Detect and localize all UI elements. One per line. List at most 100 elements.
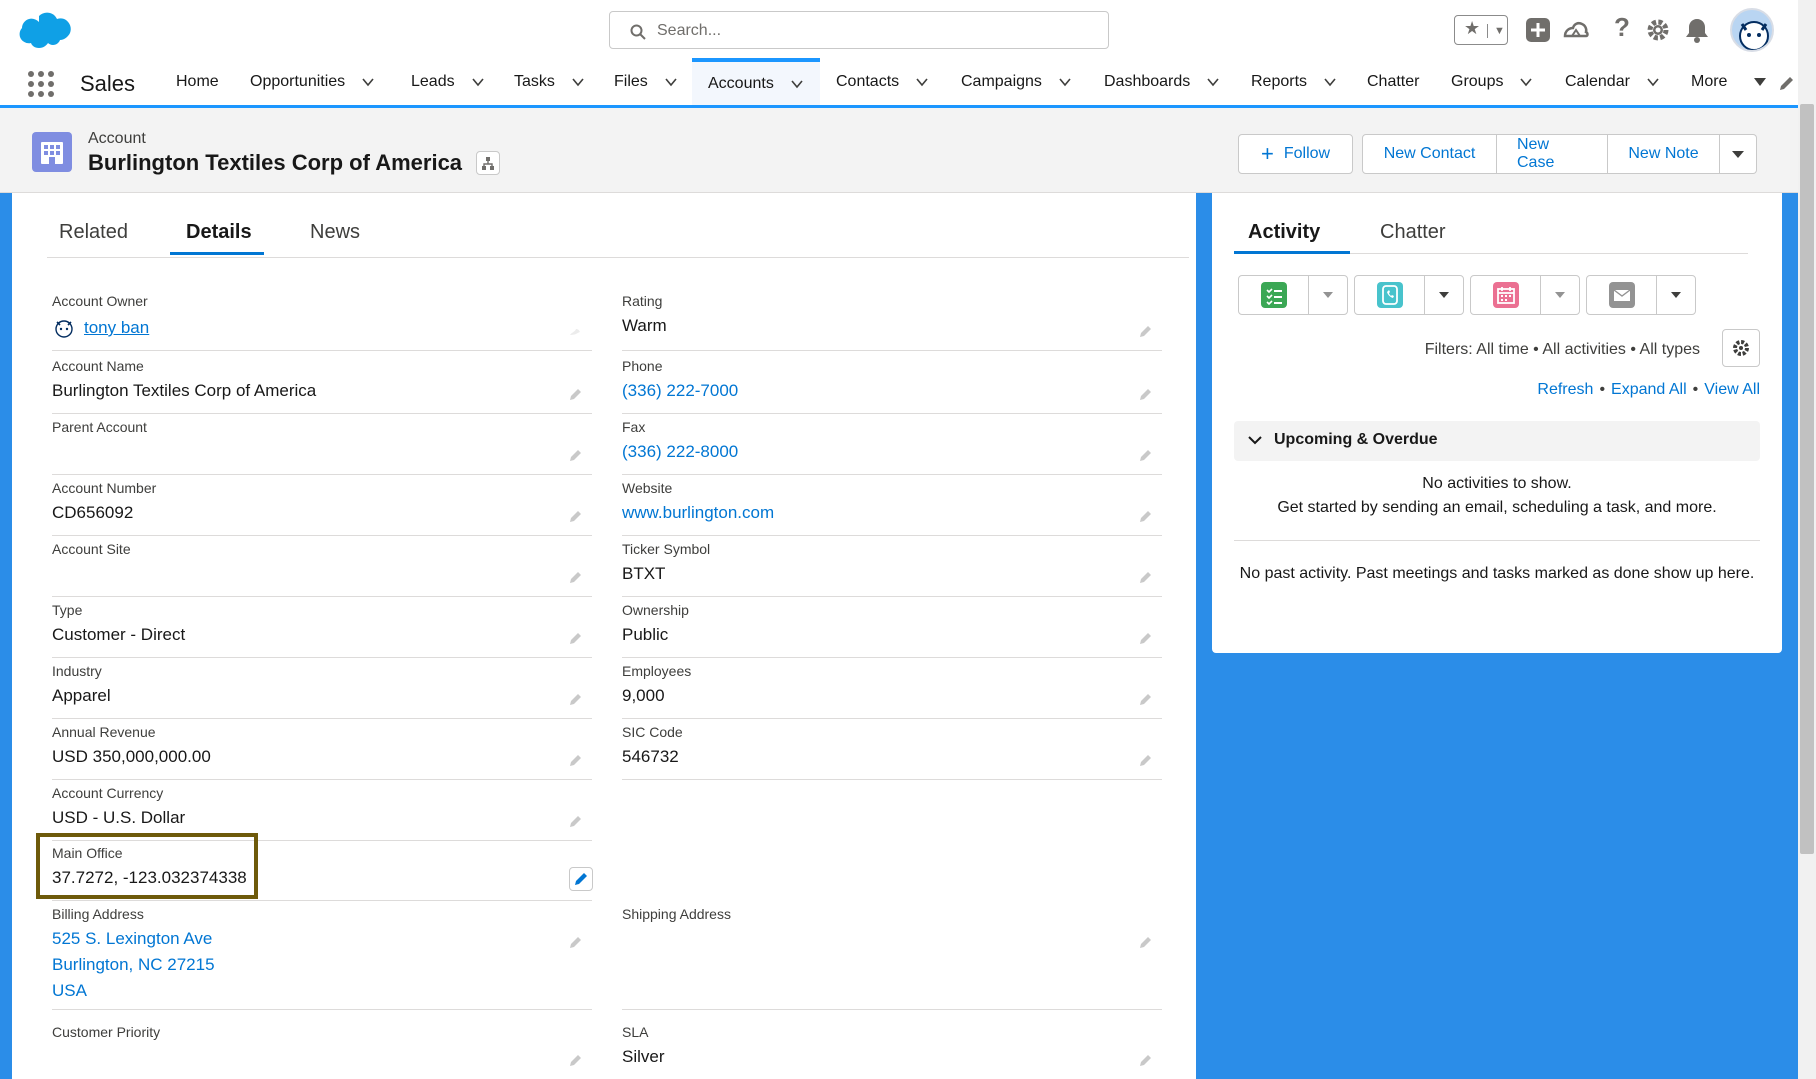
log-call-action[interactable] xyxy=(1354,275,1464,315)
favorites-button[interactable]: ★ ▼ xyxy=(1454,15,1508,45)
nav-item-calendar[interactable]: Calendar xyxy=(1565,58,1660,105)
tab-related[interactable]: Related xyxy=(59,221,128,244)
pencil-icon[interactable] xyxy=(1138,569,1154,585)
send-email-button[interactable] xyxy=(1587,276,1657,314)
billing-address-line2[interactable]: Burlington, NC 27215 xyxy=(52,952,215,978)
chevron-down-icon[interactable] xyxy=(1058,75,1072,89)
pencil-icon[interactable] xyxy=(1138,508,1154,524)
nav-item-contacts[interactable]: Contacts xyxy=(836,58,929,105)
pencil-icon[interactable] xyxy=(1138,1052,1154,1068)
new-event-action[interactable] xyxy=(1470,275,1580,315)
follow-button[interactable]: + Follow xyxy=(1238,134,1354,174)
pencil-icon[interactable] xyxy=(568,1052,584,1068)
add-icon[interactable] xyxy=(1524,16,1552,44)
nav-item-dashboards[interactable]: Dashboards xyxy=(1104,58,1220,105)
new-event-button[interactable] xyxy=(1471,276,1541,314)
nav-item-home[interactable]: Home xyxy=(176,58,219,105)
chevron-down-icon[interactable] xyxy=(790,77,804,91)
task-options-dropdown[interactable] xyxy=(1309,276,1347,314)
nav-item-chatter[interactable]: Chatter xyxy=(1367,58,1419,105)
event-options-dropdown[interactable] xyxy=(1541,276,1579,314)
pencil-icon[interactable] xyxy=(1138,630,1154,646)
fax-link[interactable]: (336) 222-8000 xyxy=(622,439,738,465)
new-note-button[interactable]: New Note xyxy=(1608,134,1720,174)
tab-news[interactable]: News xyxy=(310,221,360,244)
chevron-down-icon[interactable] xyxy=(915,75,929,89)
activity-filter-button[interactable] xyxy=(1722,329,1760,367)
new-task-action[interactable] xyxy=(1238,275,1348,315)
edit-nav-icon[interactable] xyxy=(1778,74,1796,92)
pencil-icon[interactable] xyxy=(1138,386,1154,402)
refresh-link[interactable]: Refresh xyxy=(1537,381,1593,398)
tab-chatter[interactable]: Chatter xyxy=(1380,221,1446,244)
global-search[interactable]: Search... xyxy=(609,11,1109,49)
caret-down-icon[interactable] xyxy=(1753,75,1767,89)
pencil-icon[interactable] xyxy=(568,630,584,646)
field-value: Public xyxy=(622,625,669,644)
chevron-down-icon[interactable] xyxy=(664,75,678,89)
email-options-dropdown[interactable] xyxy=(1657,276,1695,314)
call-options-dropdown[interactable] xyxy=(1425,276,1463,314)
pencil-icon[interactable] xyxy=(568,447,584,463)
pencil-icon[interactable] xyxy=(568,691,584,707)
pencil-icon[interactable] xyxy=(1138,447,1154,463)
more-actions-button[interactable] xyxy=(1720,134,1757,174)
nav-item-opportunities[interactable]: Opportunities xyxy=(250,58,375,105)
send-email-action[interactable] xyxy=(1586,275,1696,315)
new-contact-button[interactable]: New Contact xyxy=(1362,134,1497,174)
pencil-icon[interactable] xyxy=(568,934,584,950)
pencil-icon[interactable] xyxy=(568,569,584,585)
website-link[interactable]: www.burlington.com xyxy=(622,500,774,526)
app-launcher-icon[interactable] xyxy=(28,71,54,97)
pencil-icon[interactable] xyxy=(568,752,584,768)
nav-item-groups[interactable]: Groups xyxy=(1451,58,1533,105)
nav-item-files[interactable]: Files xyxy=(614,58,678,105)
pencil-icon[interactable] xyxy=(1138,752,1154,768)
new-case-button[interactable]: New Case xyxy=(1497,134,1608,174)
new-task-button[interactable] xyxy=(1239,276,1309,314)
upcoming-overdue-section[interactable]: Upcoming & Overdue xyxy=(1234,421,1760,461)
bell-icon[interactable] xyxy=(1683,16,1711,44)
pencil-icon[interactable] xyxy=(1138,323,1154,339)
scrollbar-thumb[interactable] xyxy=(1800,104,1814,854)
chevron-down-icon[interactable] xyxy=(571,75,585,89)
chevron-down-icon[interactable] xyxy=(1646,75,1660,89)
pencil-icon[interactable] xyxy=(568,508,584,524)
chevron-down-icon[interactable] xyxy=(1519,75,1533,89)
trailhead-icon[interactable] xyxy=(1562,16,1590,44)
pencil-icon[interactable] xyxy=(568,386,584,402)
field-label: Industry xyxy=(52,663,102,679)
salesforce-cloud-logo[interactable] xyxy=(16,12,72,50)
nav-item-leads[interactable]: Leads xyxy=(411,58,485,105)
chevron-down-icon[interactable] xyxy=(361,75,375,89)
log-call-button[interactable] xyxy=(1355,276,1425,314)
expand-all-link[interactable]: Expand All xyxy=(1611,381,1687,398)
tab-activity[interactable]: Activity xyxy=(1248,221,1320,244)
edit-main-office-button[interactable] xyxy=(569,867,593,891)
pencil-icon[interactable] xyxy=(1138,691,1154,707)
billing-address-line3[interactable]: USA xyxy=(52,978,87,1004)
nav-item-campaigns[interactable]: Campaigns xyxy=(961,58,1072,105)
account-owner-link[interactable]: tony ban xyxy=(84,315,149,341)
chevron-down-icon[interactable] xyxy=(1206,75,1220,89)
field-value: CD656092 xyxy=(52,503,134,522)
pencil-icon[interactable] xyxy=(1138,934,1154,950)
record-type: Account xyxy=(88,130,146,147)
nav-item-accounts[interactable]: Accounts xyxy=(692,58,820,105)
change-owner-icon[interactable] xyxy=(568,323,584,339)
view-hierarchy-button[interactable] xyxy=(476,151,500,175)
user-avatar[interactable] xyxy=(1730,8,1774,52)
billing-address-line1[interactable]: 525 S. Lexington Ave xyxy=(52,926,212,952)
nav-item-reports[interactable]: Reports xyxy=(1251,58,1337,105)
gear-icon[interactable] xyxy=(1644,16,1672,44)
page-scrollbar[interactable] xyxy=(1798,0,1816,1079)
pencil-icon[interactable] xyxy=(568,813,584,829)
nav-item-tasks[interactable]: Tasks xyxy=(514,58,585,105)
chevron-down-icon[interactable] xyxy=(471,75,485,89)
view-all-link[interactable]: View All xyxy=(1704,381,1760,398)
help-icon[interactable]: ? xyxy=(1608,12,1636,42)
chevron-down-icon[interactable] xyxy=(1323,75,1337,89)
nav-item-more[interactable]: More xyxy=(1691,58,1767,105)
tab-details[interactable]: Details xyxy=(186,221,252,244)
phone-link[interactable]: (336) 222-7000 xyxy=(622,378,738,404)
